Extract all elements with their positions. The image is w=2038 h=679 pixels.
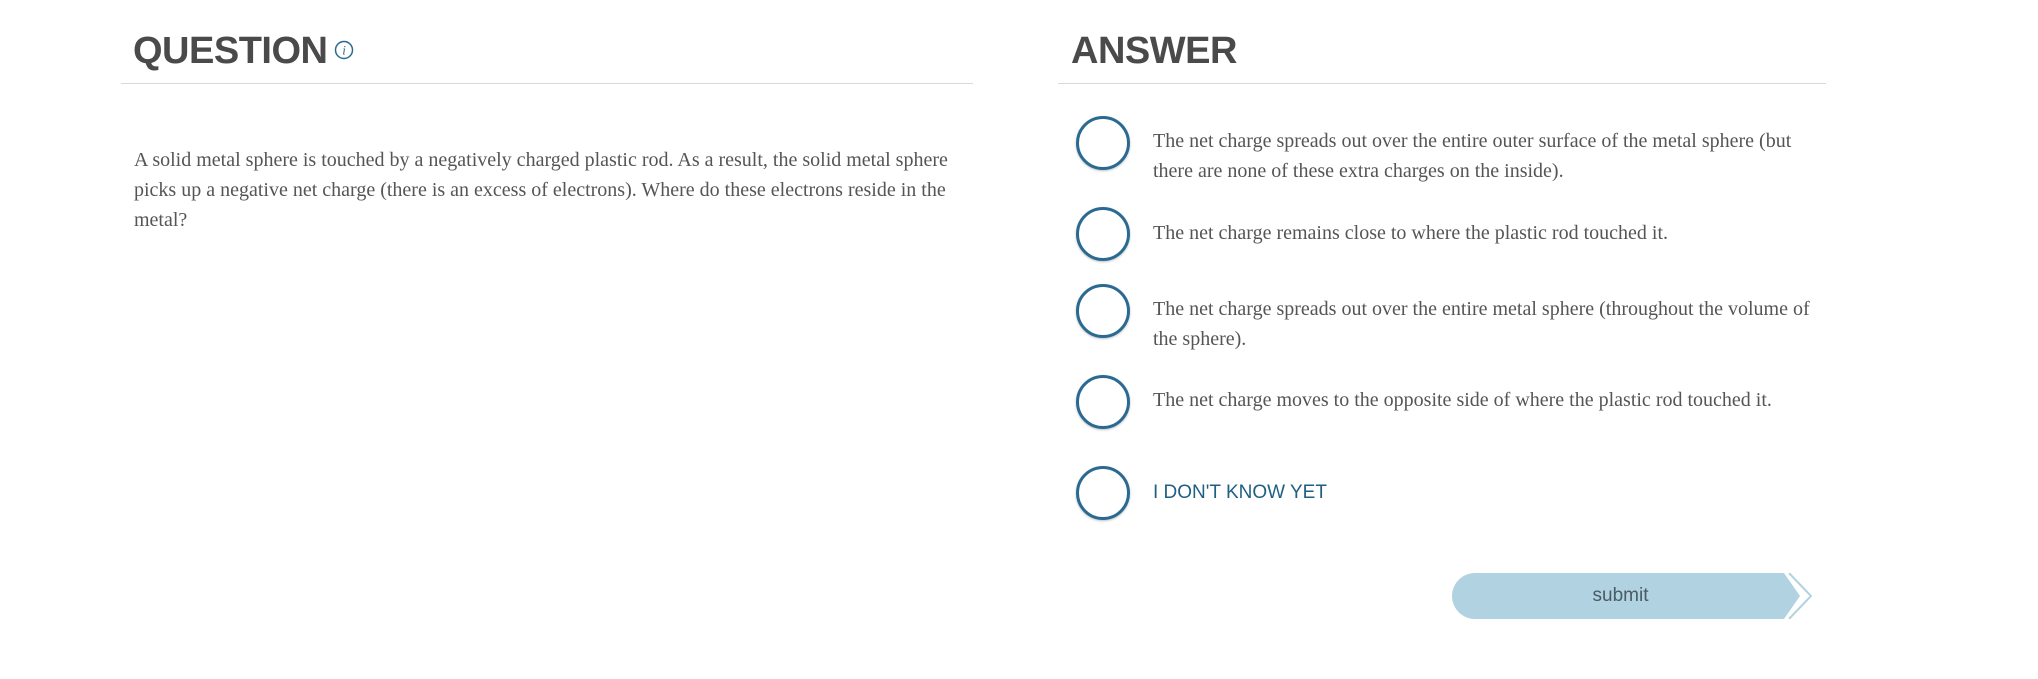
submit-button[interactable]: submit: [1452, 573, 1812, 619]
answer-option-label[interactable]: The net charge spreads out over the enti…: [1153, 126, 1813, 186]
question-text: A solid metal sphere is touched by a neg…: [134, 149, 948, 231]
svg-text:i: i: [342, 43, 346, 58]
radio-button[interactable]: [1076, 466, 1130, 520]
radio-button[interactable]: [1076, 116, 1130, 170]
radio-button[interactable]: [1076, 207, 1130, 261]
info-icon[interactable]: i: [334, 40, 354, 60]
radio-button[interactable]: [1076, 284, 1130, 338]
answer-option-label[interactable]: The net charge moves to the opposite sid…: [1153, 385, 1813, 415]
submit-label[interactable]: submit: [1452, 573, 1789, 619]
answer-title: ANSWER: [1071, 30, 1237, 72]
question-title: QUESTION: [133, 30, 328, 72]
question-header: QUESTION i: [121, 26, 973, 84]
answer-option-label[interactable]: The net charge remains close to where th…: [1153, 218, 1813, 248]
answer-option-label[interactable]: I DON'T KNOW YET: [1153, 478, 1813, 508]
radio-button[interactable]: [1076, 375, 1130, 429]
answer-header: ANSWER: [1058, 26, 1826, 84]
answer-option-label[interactable]: The net charge spreads out over the enti…: [1153, 294, 1813, 354]
